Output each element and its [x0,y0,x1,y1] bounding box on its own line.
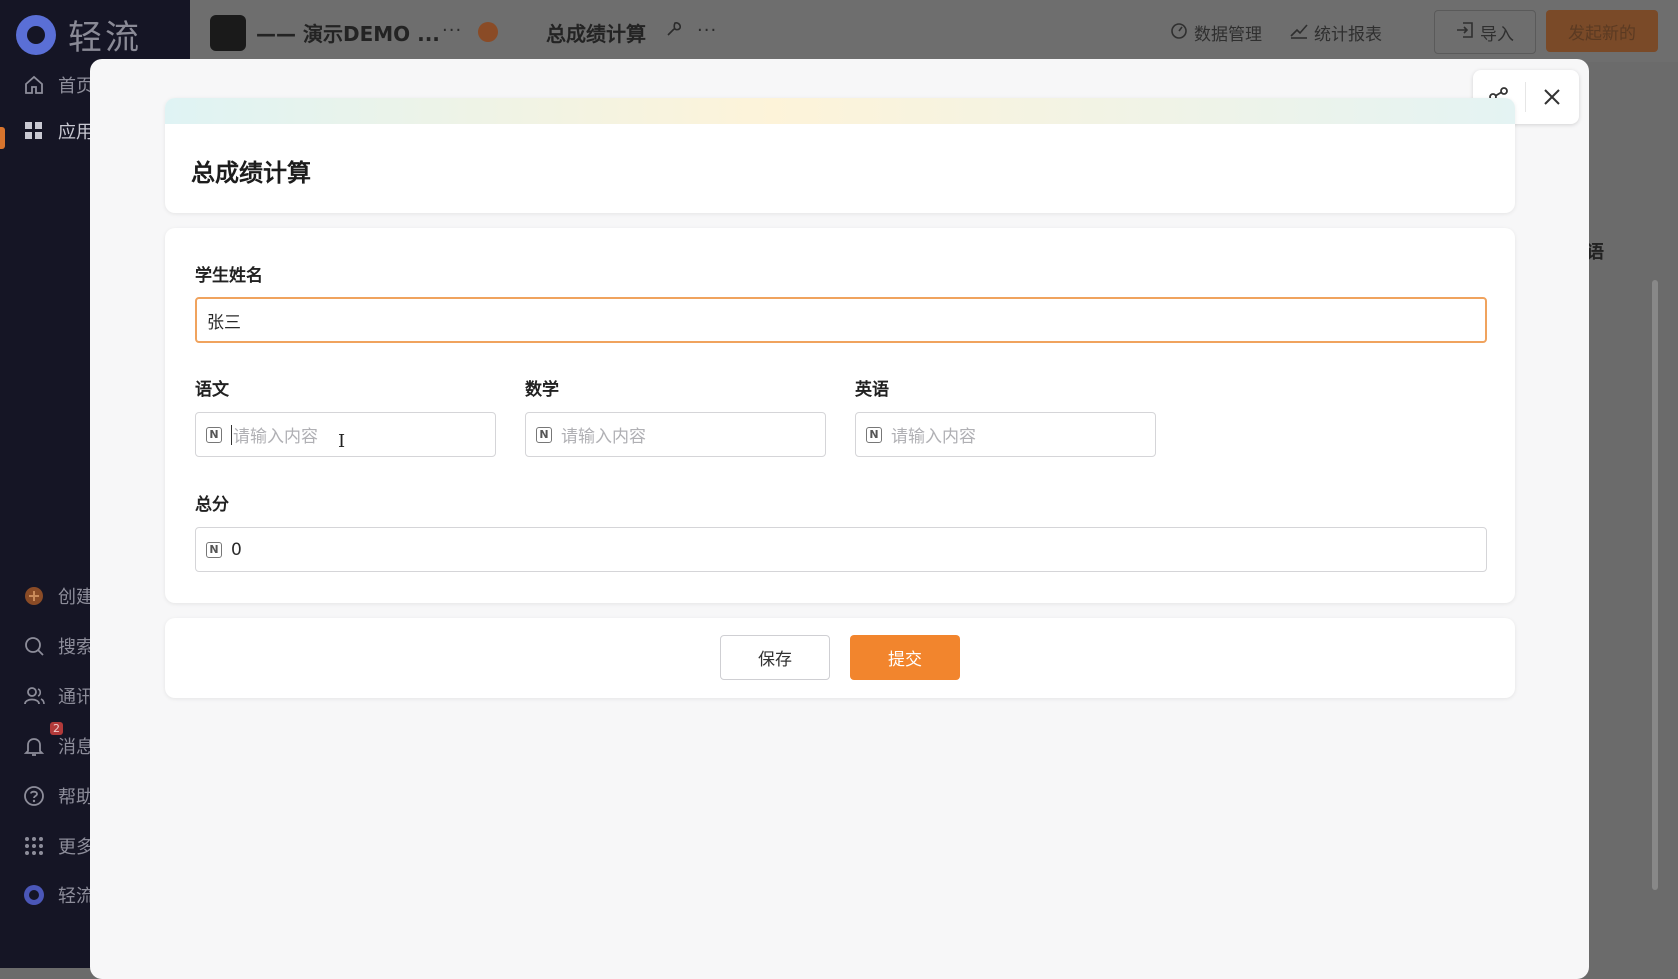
submit-button[interactable]: 提交 [850,635,960,680]
sidebar-item-more[interactable]: 更多 [22,833,94,859]
home-icon [22,73,46,97]
message-count-badge: 2 [50,722,63,735]
import-button[interactable]: 导入 [1434,10,1536,54]
import-icon [1456,21,1474,44]
create-dot-icon [22,584,46,608]
apps-grid-icon [22,119,46,143]
start-new-button[interactable]: 发起新的 [1546,10,1658,52]
more-grid-icon [22,834,46,858]
sidebar-item-label: 应用 [58,122,94,143]
wrench-icon[interactable] [665,20,683,43]
form-actions-card: 保存 提交 [165,618,1515,698]
active-indicator [0,127,5,149]
sidebar-item-label: 通讯 [58,687,94,708]
sidebar-item-contacts[interactable]: 通讯 [22,683,94,709]
number-field-icon: N [866,426,882,443]
text-caret [231,424,232,445]
sidebar-item-help[interactable]: 帮助 [22,783,94,809]
student-name-input[interactable]: 张三 [195,297,1487,343]
data-manage-link[interactable]: 数据管理 [1170,20,1262,45]
current-form-name: 总成绩计算 [546,22,646,46]
student-name-label: 学生姓名 [195,266,263,286]
sidebar-item-label: 更多 [58,837,94,858]
app-more-icon[interactable]: ··· [442,20,462,41]
chinese-score-input[interactable]: N 请输入内容 [195,412,496,457]
math-placeholder: 请输入内容 [561,427,646,447]
logo-icon [16,14,56,55]
title-gradient-banner [165,98,1515,124]
form-more-icon[interactable]: ··· [697,20,717,41]
dashboard-icon [1170,21,1188,44]
sidebar-item-home[interactable]: 首页 [22,72,94,98]
english-score-input[interactable]: N 请输入内容 [855,412,1156,457]
app-name[interactable]: —— 演示DEMO ... [256,18,440,47]
english-label: 英语 [855,380,889,400]
app-icon [210,15,246,51]
sidebar-item-label: 搜索 [58,637,94,658]
add-icon[interactable] [478,22,498,42]
text-cursor-icon: I [338,431,346,452]
sidebar-item-brand[interactable]: 轻流 [22,882,94,908]
math-label: 数学 [525,380,559,400]
logo-text: 轻流 [68,18,142,58]
sidebar-item-label: 首页 [58,76,94,97]
stats-report-label: 统计报表 [1314,25,1382,45]
number-field-icon: N [206,426,222,443]
search-icon [22,634,46,658]
bell-icon [22,734,46,758]
data-manage-label: 数据管理 [1194,25,1262,45]
logo-small-icon [22,883,46,907]
close-button[interactable] [1526,70,1578,124]
brand-logo[interactable]: 轻流 [16,10,142,59]
sidebar-item-create[interactable]: 创建 [22,583,94,609]
page-scrollbar[interactable] [1652,280,1658,890]
total-score-field[interactable]: N 0 [195,527,1487,572]
chinese-label: 语文 [195,380,229,400]
student-name-value: 张三 [207,312,241,333]
stats-report-link[interactable]: 统计报表 [1290,20,1382,45]
english-placeholder: 请输入内容 [891,427,976,447]
sidebar-item-label: 消息 [58,737,94,758]
sidebar-item-label: 创建 [58,587,94,608]
contacts-icon [22,684,46,708]
form-title-card: 总成绩计算 [165,98,1515,213]
close-icon [1544,89,1560,105]
number-field-icon: N [536,426,552,443]
form-fields-card: 学生姓名 张三 语文 N 请输入内容 I 数学 N 请输入内容 英语 N 请输入… [165,228,1515,603]
import-label: 导入 [1480,24,1514,45]
save-button[interactable]: 保存 [720,635,830,680]
math-score-input[interactable]: N 请输入内容 [525,412,826,457]
help-icon [22,784,46,808]
sidebar-item-messages[interactable]: 消息 [22,733,94,759]
total-score-value: 0 [231,539,242,560]
number-field-icon: N [206,541,222,558]
sidebar-item-label: 帮助 [58,787,94,808]
trend-chart-icon [1290,21,1308,44]
chinese-placeholder: 请输入内容 [233,427,318,447]
total-label: 总分 [195,495,229,515]
sidebar-item-search[interactable]: 搜索 [22,633,94,659]
form-title: 总成绩计算 [191,159,311,187]
sidebar-item-label: 轻流 [58,886,94,907]
sidebar-item-apps[interactable]: 应用 [22,118,94,144]
